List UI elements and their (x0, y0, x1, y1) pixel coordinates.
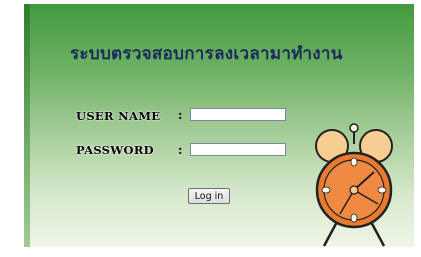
username-colon: : (178, 108, 183, 122)
username-input[interactable] (190, 108, 286, 121)
password-label: PASSWORD (76, 143, 154, 157)
page-title: ระบบตรวจสอบการลงเวลามาทำงาน (70, 44, 343, 64)
login-panel: ระบบตรวจสอบการลงเวลามาทำงาน USER NAME : … (24, 4, 414, 247)
username-label: USER NAME (76, 109, 161, 123)
alarm-clock-icon (315, 123, 393, 247)
password-input[interactable] (190, 143, 286, 156)
login-button[interactable]: Log in (188, 188, 230, 204)
password-colon: : (178, 143, 183, 157)
